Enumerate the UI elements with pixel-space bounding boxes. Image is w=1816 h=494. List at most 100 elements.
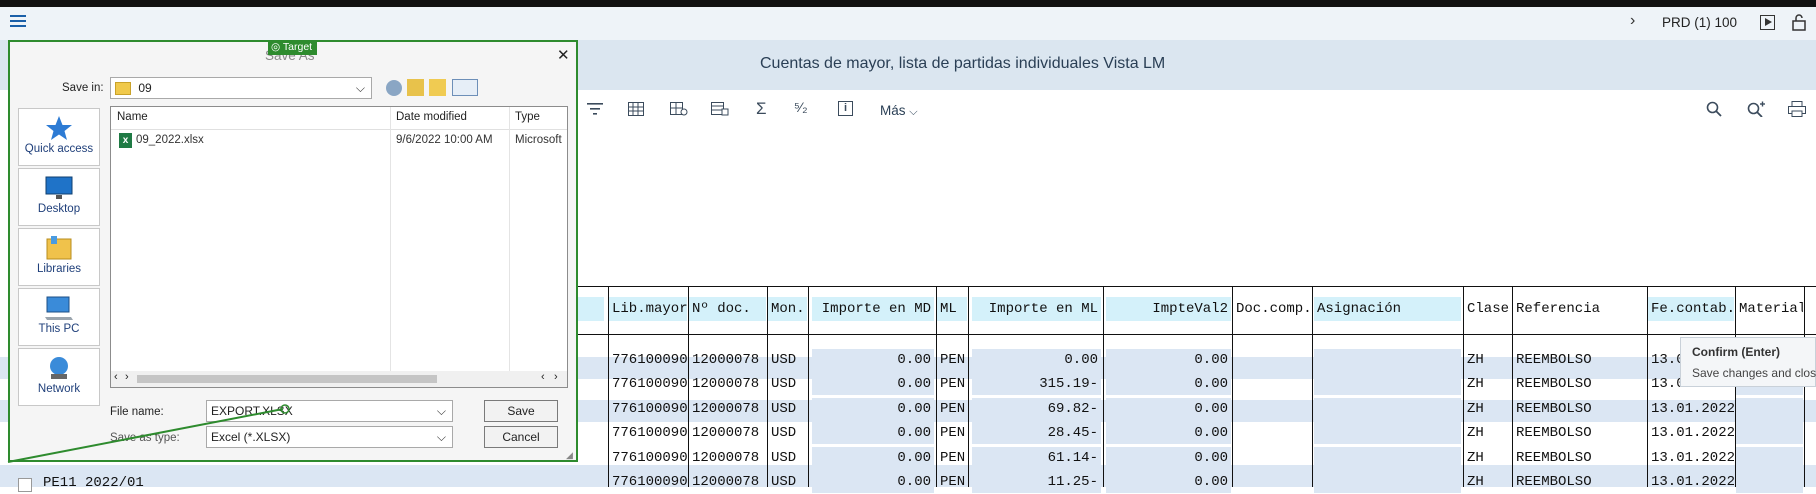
search-icon[interactable]: [1706, 101, 1722, 122]
col-header-fe-contab[interactable]: Fe.contab.: [1648, 297, 1734, 321]
col-header-referencia[interactable]: Referencia: [1513, 297, 1646, 321]
cell-field-bg: [1314, 422, 1461, 444]
annotation-line: [7, 404, 290, 463]
cell-ml[interactable]: PEN: [937, 422, 967, 444]
lock-icon[interactable]: [1792, 13, 1806, 34]
grid-line: [808, 286, 809, 487]
col-header-doc[interactable]: Nº doc.: [689, 297, 766, 321]
cell-doc[interactable]: 12000078: [689, 422, 766, 444]
cell-clase[interactable]: ZH: [1464, 422, 1511, 444]
save-layout-icon[interactable]: [711, 101, 729, 121]
cell-referencia[interactable]: REEMBOLSO: [1513, 422, 1646, 444]
col-header-imptevall2[interactable]: ImpteVal2: [1106, 297, 1231, 321]
cell-imptevall2[interactable]: 0.00: [1106, 471, 1231, 493]
cell-ml[interactable]: PEN: [937, 447, 967, 469]
col-header-clase[interactable]: Clase: [1464, 297, 1511, 321]
cell-clase[interactable]: ZH: [1464, 398, 1511, 420]
cell-importe-ml[interactable]: 28.45-: [972, 422, 1101, 444]
table-icon[interactable]: [628, 101, 644, 121]
cell-lib-mayor[interactable]: 776100090: [609, 398, 687, 420]
cell-importe-md[interactable]: 0.00: [812, 398, 934, 420]
cell-doc[interactable]: 12000078: [689, 373, 766, 395]
info-icon[interactable]: i: [838, 101, 853, 116]
print-icon[interactable]: [1788, 101, 1806, 122]
cell-field-bg: [1314, 398, 1461, 420]
cell-referencia[interactable]: REEMBOLSO: [1513, 398, 1646, 420]
system-info[interactable]: PRD (1) 100: [1662, 15, 1737, 30]
cell-importe-ml[interactable]: 61.14-: [972, 447, 1101, 469]
cell-field-bg: [1314, 373, 1461, 395]
cell-referencia[interactable]: REEMBOLSO: [1513, 471, 1646, 493]
col-header-doc-comp[interactable]: Doc.comp.: [1233, 297, 1311, 321]
cell-field-bg: [1736, 398, 1803, 420]
cell-importe-ml[interactable]: 315.19-: [972, 373, 1101, 395]
cell-ml[interactable]: PEN: [937, 349, 967, 371]
cell-lib-mayor[interactable]: 776100090: [609, 471, 687, 493]
cell-importe-md[interactable]: 0.00: [812, 447, 934, 469]
chevron-right-icon[interactable]: ›: [1630, 12, 1635, 30]
cell-importe-md[interactable]: 0.00: [812, 471, 934, 493]
cell-importe-ml[interactable]: 0.00: [972, 349, 1101, 371]
sum-icon[interactable]: Σ: [756, 99, 767, 119]
cell-doc[interactable]: 12000078: [689, 398, 766, 420]
cell-clase[interactable]: ZH: [1464, 471, 1511, 493]
cell-ml[interactable]: PEN: [937, 471, 967, 493]
cell-lib-mayor[interactable]: 776100090: [609, 422, 687, 444]
col-header-material[interactable]: Material: [1736, 297, 1803, 321]
cell-mon[interactable]: USD: [768, 422, 807, 444]
page-title: Cuentas de mayor, lista de partidas indi…: [760, 55, 1166, 72]
cell-doc[interactable]: 12000078: [689, 471, 766, 493]
mas-label: Más: [880, 103, 906, 118]
cell-lib-mayor[interactable]: 776100090: [609, 447, 687, 469]
cell-mon[interactable]: USD: [768, 373, 807, 395]
cell-mon[interactable]: USD: [768, 349, 807, 371]
cell-clase[interactable]: ZH: [1464, 373, 1511, 395]
cell-referencia[interactable]: REEMBOLSO: [1513, 349, 1646, 371]
cell-lib-mayor[interactable]: 776100090: [609, 373, 687, 395]
cell-importe-md[interactable]: 0.00: [812, 422, 934, 444]
cell-imptevall2[interactable]: 0.00: [1106, 398, 1231, 420]
cell-importe-ml[interactable]: 11.25-: [972, 471, 1101, 493]
cell-field-bg: [1314, 447, 1461, 469]
cell-fe-contab[interactable]: 13.01.2022: [1648, 398, 1734, 420]
cell-field-bg: [1736, 471, 1803, 493]
cell-ml[interactable]: PEN: [937, 373, 967, 395]
cell-clase[interactable]: ZH: [1464, 447, 1511, 469]
cell-doc[interactable]: 12000078: [689, 349, 766, 371]
subtotal-icon[interactable]: ⁵⁄₂: [794, 99, 808, 115]
cell-imptevall2[interactable]: 0.00: [1106, 373, 1231, 395]
cell-fe-contab[interactable]: 13.01.2022: [1648, 471, 1734, 493]
cell-importe-ml[interactable]: 69.82-: [972, 398, 1101, 420]
play-icon[interactable]: [1760, 15, 1775, 30]
cell-doc[interactable]: 12000078: [689, 447, 766, 469]
layout-settings-icon[interactable]: [670, 101, 688, 121]
cell-field-bg: [1736, 422, 1803, 444]
col-header-importe-md[interactable]: Importe en MD: [812, 297, 934, 321]
cell-importe-md[interactable]: 0.00: [812, 373, 934, 395]
tooltip: Confirm (Enter) Save changes and close: [1680, 337, 1816, 387]
cell-fe-contab[interactable]: 13.01.2022: [1648, 422, 1734, 444]
cell-mon[interactable]: USD: [768, 398, 807, 420]
col-header-lib-mayor[interactable]: Lib.mayor: [609, 297, 687, 321]
cell-mon[interactable]: USD: [768, 447, 807, 469]
cell-imptevall2[interactable]: 0.00: [1106, 349, 1231, 371]
cell-imptevall2[interactable]: 0.00: [1106, 447, 1231, 469]
col-header-mon[interactable]: Mon.: [768, 297, 807, 321]
mas-menu-button[interactable]: Más ⌵: [880, 103, 918, 119]
col-header-ml[interactable]: ML: [937, 297, 967, 321]
cell-fe-contab[interactable]: 13.01.2022: [1648, 447, 1734, 469]
cell-mon[interactable]: USD: [768, 471, 807, 493]
cell-importe-md[interactable]: 0.00: [812, 349, 934, 371]
cell-imptevall2[interactable]: 0.00: [1106, 422, 1231, 444]
col-header-importe-ml[interactable]: Importe en ML: [972, 297, 1101, 321]
chevron-down-icon: ⌵: [909, 106, 918, 118]
cell-referencia[interactable]: REEMBOLSO: [1513, 447, 1646, 469]
cell-referencia[interactable]: REEMBOLSO: [1513, 373, 1646, 395]
col-header-asignacion[interactable]: Asignación: [1314, 297, 1461, 321]
cell-lib-mayor[interactable]: 776100090: [609, 349, 687, 371]
search-next-icon[interactable]: [1747, 101, 1765, 122]
col-header-next[interactable]: [1805, 297, 1816, 321]
cell-clase[interactable]: ZH: [1464, 349, 1511, 371]
grid-line: [968, 286, 969, 487]
cell-ml[interactable]: PEN: [937, 398, 967, 420]
